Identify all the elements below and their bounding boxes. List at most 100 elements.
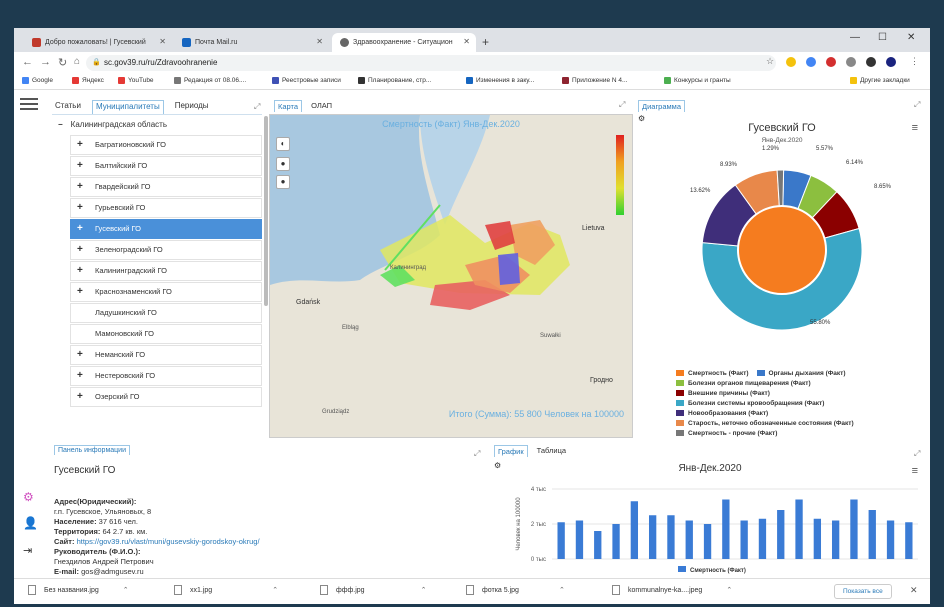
- bar[interactable]: [648, 515, 657, 559]
- tree-item[interactable]: + Калининградский ГО: [70, 261, 262, 281]
- legend-label[interactable]: Смертность (Факт): [690, 568, 746, 574]
- bar[interactable]: [557, 522, 565, 559]
- minimize-icon[interactable]: —: [850, 32, 860, 43]
- legend-label[interactable]: Старость, неточно обозначенные состояния…: [688, 420, 854, 427]
- expand-icon[interactable]: ⤢: [914, 449, 920, 459]
- email-value[interactable]: gos@admgusev.ru: [81, 567, 144, 576]
- bar[interactable]: [795, 499, 803, 560]
- expand-plus-icon[interactable]: +: [77, 220, 89, 238]
- legend-label[interactable]: Болезни системы кровообращения (Факт): [688, 400, 824, 407]
- bar[interactable]: [612, 524, 620, 559]
- tree-item[interactable]: + Гурьевский ГО: [70, 198, 262, 218]
- legend-label[interactable]: Внешние причины (Факт): [688, 390, 770, 397]
- browser-tab-1[interactable]: Добро пожаловать! | Гусевский ✕: [24, 33, 172, 52]
- forward-arrow-icon[interactable]: →: [40, 56, 51, 68]
- expand-plus-icon[interactable]: +: [77, 367, 89, 385]
- tree-item[interactable]: + Зеленоградский ГО: [70, 240, 262, 260]
- bookmark-yandex[interactable]: Яндекс: [72, 77, 104, 84]
- tree-item[interactable]: + Нестеровский ГО: [70, 366, 262, 386]
- tree-item[interactable]: + Озерский ГО: [70, 387, 262, 407]
- close-icon[interactable]: ✕: [463, 37, 470, 46]
- tree-item[interactable]: + Гусевский ГО: [70, 219, 262, 239]
- download-item[interactable]: kommunalnye-ka....jpeg ⌃: [612, 585, 732, 595]
- bookmark-grants[interactable]: Конкурсы и гранты: [664, 77, 731, 84]
- browser-tab-3[interactable]: Здравоохранение - Ситуацион ✕: [332, 33, 476, 52]
- bar[interactable]: [905, 522, 913, 559]
- expand-plus-icon[interactable]: +: [77, 262, 89, 280]
- add-user-icon[interactable]: 👤: [23, 516, 38, 530]
- kebab-menu-icon[interactable]: ⋮: [910, 56, 919, 67]
- bookmark-youtube[interactable]: YouTube: [118, 77, 154, 84]
- show-all-downloads-button[interactable]: Показать все: [834, 584, 892, 599]
- globe-icon[interactable]: ◐: [276, 137, 290, 151]
- bar[interactable]: [703, 524, 712, 559]
- expand-plus-icon[interactable]: +: [77, 346, 89, 364]
- tab-olap[interactable]: ОЛАП: [308, 100, 335, 112]
- new-tab-plus-icon[interactable]: +: [482, 35, 489, 49]
- tab-articles[interactable]: Статьи: [52, 100, 84, 114]
- region-blue[interactable]: [498, 253, 520, 285]
- zoom-icon[interactable]: ●: [276, 157, 290, 171]
- download-item[interactable]: ффф.jpg ⌃: [320, 585, 426, 595]
- expand-plus-icon[interactable]: +: [77, 157, 89, 175]
- chevron-up-icon[interactable]: ⌃: [123, 586, 129, 594]
- collapse-icon[interactable]: −: [58, 120, 63, 129]
- download-item[interactable]: Без названия.jpg ⌃: [28, 585, 129, 595]
- other-bookmarks[interactable]: Другие закладки: [850, 77, 910, 84]
- legend-label[interactable]: Смертность (Факт): [688, 370, 749, 377]
- hamburger-menu-icon[interactable]: [20, 98, 38, 112]
- tab-graph[interactable]: График: [494, 445, 528, 457]
- bookmark-redaction[interactable]: Редакция от 08.06....: [174, 77, 246, 84]
- layer-icon[interactable]: ●: [276, 175, 290, 189]
- home-icon[interactable]: ⌂: [74, 56, 80, 67]
- bar[interactable]: [813, 518, 822, 559]
- back-arrow-icon[interactable]: ←: [22, 56, 33, 68]
- logout-icon[interactable]: ⇥: [23, 544, 32, 557]
- tab-map[interactable]: Карта: [274, 100, 303, 112]
- chart-menu-icon[interactable]: ≡: [912, 122, 918, 134]
- bar[interactable]: [685, 520, 693, 560]
- chevron-up-icon[interactable]: ⌃: [559, 586, 565, 594]
- star-icon[interactable]: ☆: [766, 56, 774, 67]
- puzzle-icon[interactable]: [866, 57, 876, 67]
- bar[interactable]: [740, 520, 748, 560]
- maximize-icon[interactable]: ☐: [878, 32, 887, 43]
- close-icon[interactable]: ✕: [316, 37, 323, 46]
- tree-item[interactable]: + Багратионовский ГО: [70, 135, 262, 155]
- bar[interactable]: [868, 510, 876, 559]
- tree-item[interactable]: + Балтийский ГО: [70, 156, 262, 176]
- bar[interactable]: [667, 515, 675, 559]
- expand-icon[interactable]: ⤢: [914, 100, 920, 110]
- close-icon[interactable]: ✕: [159, 37, 166, 46]
- expand-plus-icon[interactable]: +: [77, 136, 89, 154]
- expand-plus-icon[interactable]: +: [77, 199, 89, 217]
- bookmark-changes[interactable]: Изменения в заку...: [466, 77, 534, 84]
- close-window-icon[interactable]: ✕: [907, 32, 915, 43]
- bar[interactable]: [831, 520, 840, 560]
- expand-icon[interactable]: ⤢: [619, 100, 625, 110]
- extension-icon[interactable]: [786, 57, 796, 67]
- expand-icon[interactable]: ⤢: [474, 449, 480, 459]
- expand-plus-icon[interactable]: +: [77, 178, 89, 196]
- donut-center-slice[interactable]: [737, 205, 827, 295]
- reload-icon[interactable]: ↻: [58, 56, 67, 69]
- tree-item[interactable]: Ладушкинский ГО: [70, 303, 262, 323]
- bookmark-planning[interactable]: Планирование, стр...: [358, 77, 431, 84]
- download-item[interactable]: фотка 5.jpg ⌃: [466, 585, 565, 595]
- expand-plus-icon[interactable]: +: [77, 241, 89, 259]
- expand-icon[interactable]: ⤢: [254, 102, 260, 112]
- browser-tab-2[interactable]: Почта Mail.ru ✕: [174, 33, 329, 52]
- tab-info[interactable]: Панель информации: [54, 445, 130, 455]
- bar[interactable]: [758, 518, 767, 559]
- tree-item[interactable]: + Неманский ГО: [70, 345, 262, 365]
- extension-icon[interactable]: [806, 57, 816, 67]
- close-downloads-icon[interactable]: ✕: [910, 585, 918, 596]
- legend-label[interactable]: Смертность - прочие (Факт): [688, 430, 777, 437]
- extension-icon[interactable]: [846, 57, 856, 67]
- chevron-up-icon[interactable]: ⌃: [272, 586, 278, 594]
- gear-icon[interactable]: ⚙: [23, 490, 34, 504]
- tree-item[interactable]: Мамоновский ГО: [70, 324, 262, 344]
- expand-plus-icon[interactable]: +: [77, 283, 89, 301]
- chevron-up-icon[interactable]: ⌃: [726, 586, 732, 594]
- bar[interactable]: [886, 520, 895, 560]
